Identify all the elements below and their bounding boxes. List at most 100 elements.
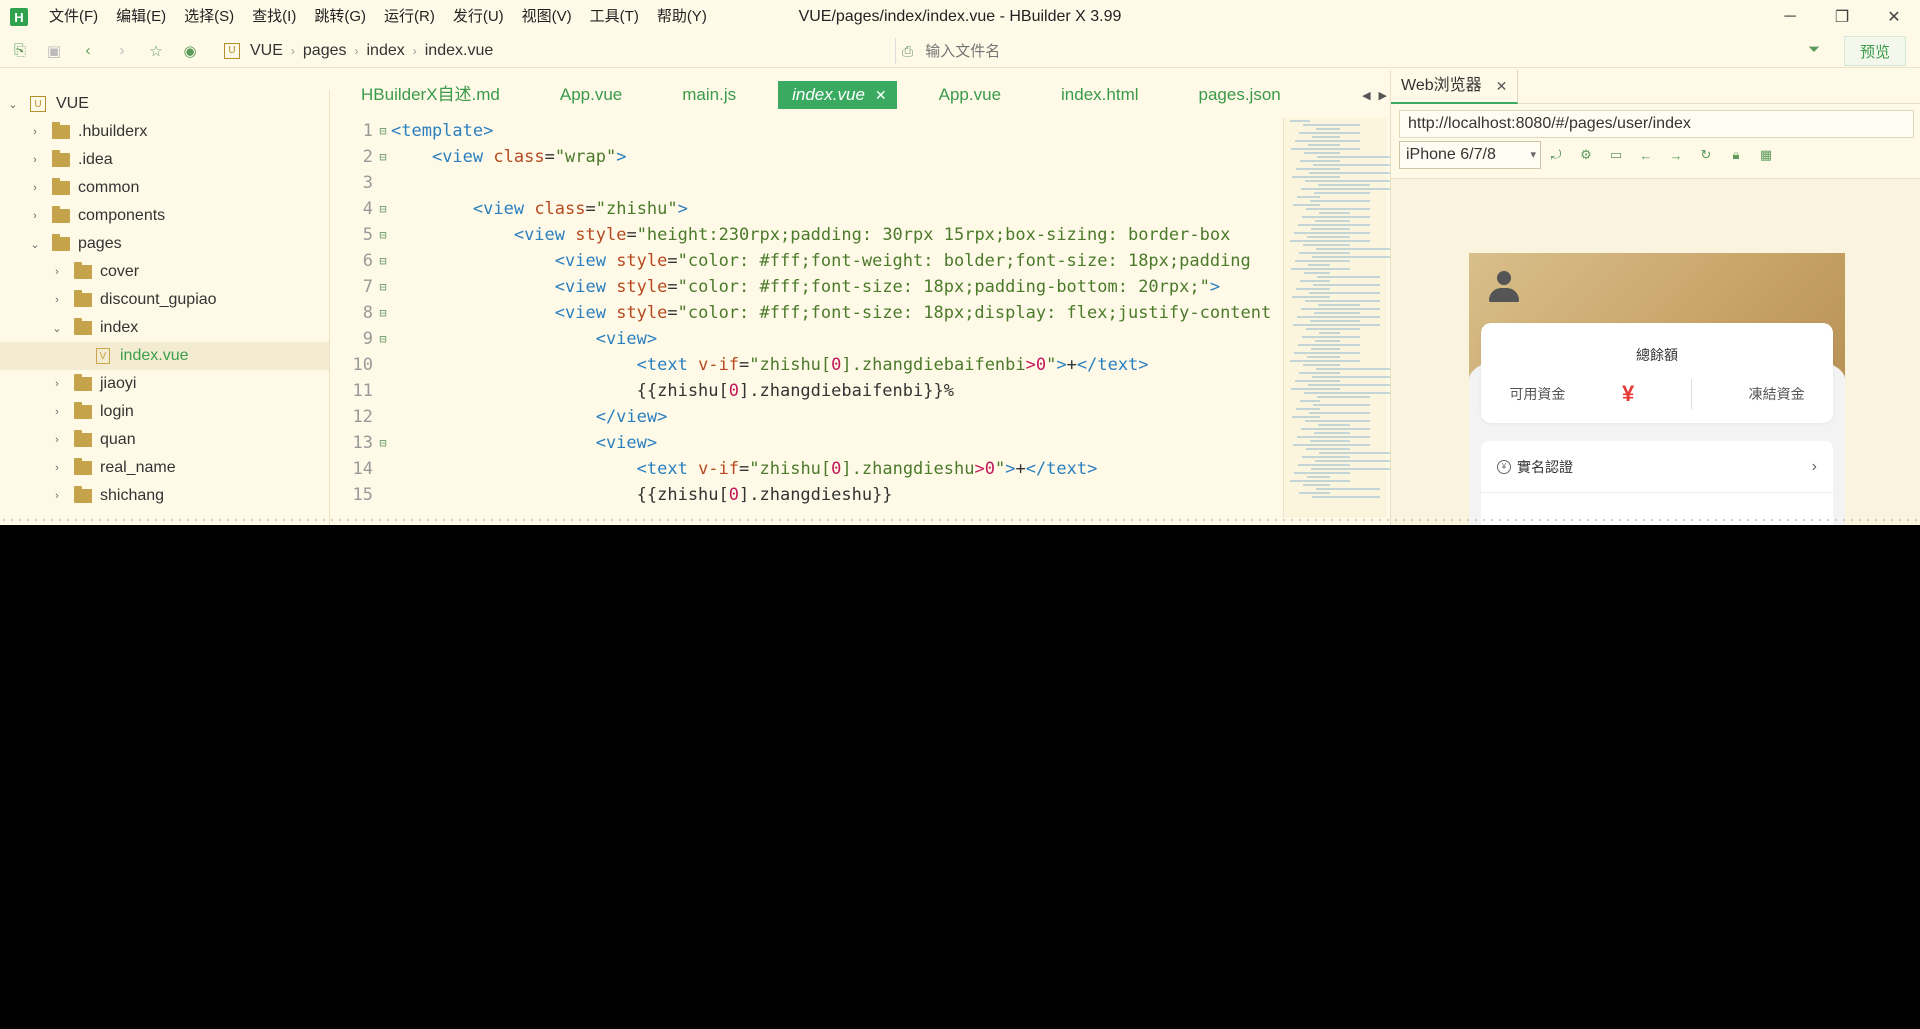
star-icon[interactable]: ☆ (142, 37, 170, 65)
tree-item[interactable]: › quan (0, 426, 329, 454)
tree-item[interactable]: › .idea (0, 146, 329, 174)
menu-item[interactable]: 文件(F) (40, 0, 107, 34)
menu-item[interactable]: 查找(I) (243, 0, 305, 34)
editor-tab[interactable]: index.vue ✕ (778, 81, 897, 109)
device-select[interactable]: iPhone 6/7/8 (1399, 141, 1541, 169)
tree-item[interactable]: › login (0, 398, 329, 426)
lock-icon[interactable]: 🔒︎ (1721, 147, 1751, 163)
tree-item[interactable]: › discount_gupiao (0, 286, 329, 314)
minimap-line (1293, 444, 1370, 446)
code-line: 6 ⊟ <view style="color: #fff;font-weight:… (331, 248, 1283, 274)
rotate-icon[interactable]: ⤾ (1541, 147, 1571, 163)
fold-icon[interactable]: ⊟ (375, 274, 391, 300)
minimap-line (1311, 468, 1400, 470)
tree-item[interactable]: › .hbuilderx (0, 118, 329, 146)
divider (1690, 379, 1692, 409)
settings-icon[interactable]: ⚙ (1571, 147, 1601, 163)
close-icon[interactable]: ✕ (875, 87, 887, 103)
tree-root[interactable]: ⌄ U VUE (0, 90, 329, 118)
minimap-line (1307, 236, 1350, 238)
tree-item[interactable]: ⌄ pages (0, 230, 329, 258)
verified-icon: ¥ (1497, 459, 1511, 474)
minimap-line (1295, 380, 1340, 382)
tree-item-label: index (100, 319, 139, 336)
menu-item[interactable]: 运行(R) (375, 0, 444, 34)
fold-icon[interactable]: ⊟ (375, 248, 391, 274)
editor-tab[interactable]: pages.json (1169, 81, 1311, 109)
chevron-right-icon: › (55, 434, 59, 446)
tree-item[interactable]: › common (0, 174, 329, 202)
line-number: 9 (362, 329, 373, 349)
back-arrow-icon[interactable]: ← (1631, 148, 1661, 163)
triangle-left-icon[interactable]: ◀ (1362, 89, 1370, 102)
file-search-input[interactable] (925, 42, 1726, 60)
url-bar[interactable]: http://localhost:8080/#/pages/user/index (1399, 110, 1914, 138)
preview-button[interactable]: 预览 (1844, 36, 1906, 66)
avatar-icon[interactable] (1489, 271, 1519, 303)
qrcode-icon[interactable]: ▦ (1751, 147, 1781, 163)
breadcrumb-item[interactable]: index (367, 42, 405, 60)
minimize-icon[interactable]: ─ (1764, 0, 1816, 34)
run-icon[interactable]: ◉ (176, 37, 204, 65)
code-text: {{zhishu[0].zhangdieshu}} (636, 485, 893, 505)
fold-icon[interactable]: ⊟ (375, 196, 391, 222)
triangle-right-icon[interactable]: ▶ (1379, 89, 1387, 102)
minimap-line (1306, 328, 1360, 330)
menu-item[interactable]: 帮助(Y) (648, 0, 716, 34)
editor-tab[interactable]: main.js (652, 81, 766, 109)
save-icon[interactable]: ▣ (40, 37, 68, 65)
menu-item[interactable]: 发行(U) (444, 0, 513, 34)
list-item[interactable]: ¥ 實名認證 › (1481, 441, 1833, 493)
tree-item[interactable]: › shichang (0, 482, 329, 510)
tree-item[interactable]: Vindex.vue (0, 342, 329, 370)
menu-item[interactable]: 跳转(G) (305, 0, 375, 34)
editor-tab[interactable]: App.vue (909, 81, 1031, 109)
menu-item[interactable]: 编辑(E) (107, 0, 175, 34)
editor-tab[interactable]: HBuilderX自述.md (331, 81, 530, 109)
fold-icon[interactable]: ⊟ (375, 430, 391, 456)
tree-item[interactable]: › real_name (0, 454, 329, 482)
filter-icon[interactable]: ⏷ (1808, 41, 1820, 58)
fold-icon[interactable]: ⊟ (375, 222, 391, 248)
menu-item[interactable]: 视图(V) (513, 0, 581, 34)
tree-item[interactable]: › components (0, 202, 329, 230)
tab-label: index.vue (792, 85, 865, 104)
tab-label: HBuilderX自述.md (361, 85, 500, 104)
minimap-line (1291, 148, 1360, 150)
folder-icon (52, 206, 70, 223)
menu-item[interactable]: 选择(S) (175, 0, 243, 34)
forward-icon[interactable]: › (108, 37, 136, 65)
editor-tab[interactable]: index.html (1031, 81, 1168, 109)
chevron-right-icon: › (55, 294, 59, 306)
fold-icon[interactable]: ⊟ (375, 326, 391, 352)
minimap-line (1316, 368, 1390, 370)
minimap-line (1316, 128, 1340, 130)
refresh-icon[interactable]: ↻ (1691, 147, 1721, 163)
fold-icon[interactable]: ⊟ (375, 300, 391, 326)
code-area[interactable]: 1 ⊟ <template> 2 ⊟ <view class="wrap"> 3 4 ⊟ <v… (331, 118, 1283, 508)
tree-item[interactable]: › cover (0, 258, 329, 286)
browser-tab[interactable]: Web浏览器 ✕ (1391, 69, 1519, 104)
back-icon[interactable]: ‹ (74, 37, 102, 65)
close-icon[interactable]: ✕ (1868, 0, 1920, 34)
line-number: 5 (362, 225, 373, 245)
new-file-icon[interactable]: ⎘ (6, 37, 34, 65)
editor-tab[interactable]: App.vue (530, 81, 652, 109)
tree-item[interactable]: ⌄ index (0, 314, 329, 342)
fold-icon[interactable]: ⊟ (375, 118, 391, 144)
breadcrumb-item[interactable]: pages (303, 42, 347, 60)
minimap[interactable] (1283, 118, 1400, 518)
code-text: </view> (595, 407, 668, 427)
breadcrumb-item[interactable]: VUE (250, 42, 283, 60)
forward-arrow-icon[interactable]: → (1661, 148, 1691, 163)
menu-item[interactable]: 工具(T) (581, 0, 648, 34)
console-icon[interactable]: ▭ (1601, 147, 1631, 163)
fold-icon[interactable]: ⊟ (375, 144, 391, 170)
minimap-line (1313, 284, 1380, 286)
tree-item[interactable]: › jiaoyi (0, 370, 329, 398)
browser-viewport: 總餘額 可用資金 ¥ 凍結資金 ¥ 實名認證 › (1391, 178, 1920, 525)
breadcrumb-item[interactable]: index.vue (425, 42, 494, 60)
resize-handle[interactable] (0, 516, 1920, 525)
close-icon[interactable]: ✕ (1496, 69, 1508, 103)
restore-icon[interactable]: ❐ (1816, 0, 1868, 34)
